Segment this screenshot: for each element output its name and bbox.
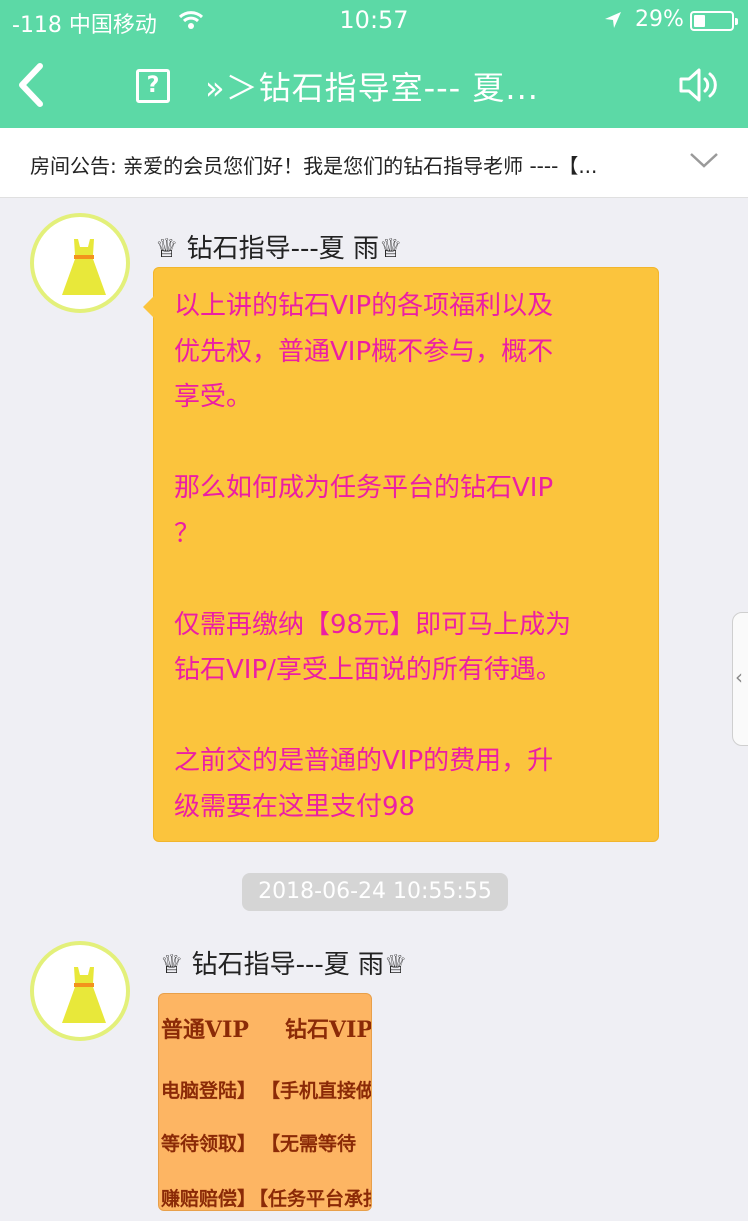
avatar[interactable]: [30, 213, 130, 313]
battery-percent: 29%: [635, 7, 684, 32]
image-row-left: 等待领取】: [161, 1133, 257, 1155]
room-title: »＞钻石指导室--- 夏...: [205, 69, 539, 107]
chevron-down-icon[interactable]: [688, 150, 720, 170]
side-drawer-handle[interactable]: ‹: [732, 612, 748, 746]
message-line: 以上讲的钻石VIP的各项福利以及: [174, 291, 554, 321]
image-row-right: 【手机直接做: [261, 1080, 372, 1102]
chevron-left-icon: ‹: [735, 665, 743, 689]
help-icon[interactable]: ?: [136, 69, 170, 103]
message-line: 那么如何成为任务平台的钻石VIP: [174, 473, 554, 503]
message-line: 钻石VIP/享受上面说的所有待遇。: [174, 655, 562, 685]
image-row-right: 【任务平台承担: [249, 1188, 372, 1210]
image-header-right: 钻石VIP: [285, 1017, 372, 1043]
announcement-text: 房间公告: 亲爱的会员您们好！我是您们的钻石指导老师 ----【...: [30, 154, 598, 178]
speaker-icon[interactable]: [678, 66, 720, 104]
location-arrow-icon: [605, 12, 621, 28]
image-row-left: 赚赔赔偿】: [161, 1188, 257, 1210]
message-bubble[interactable]: 以上讲的钻石VIP的各项福利以及 优先权，普通VIP概不参与，概不 享受。 那么…: [143, 267, 659, 842]
image-message[interactable]: 普通VIP 钻石VIP 电脑登陆】 【手机直接做 等待领取】 【无需等待 赚赔赔…: [158, 993, 372, 1211]
image-row-right: 【无需等待: [261, 1133, 357, 1155]
dress-icon: [62, 967, 106, 1023]
battery-icon: [690, 11, 738, 31]
message-line: 之前交的是普通的VIP的费用，升: [174, 746, 554, 776]
message-line: 仅需再缴纳【98元】即可马上成为: [174, 609, 572, 640]
sender-name: ♕ 钻石指导---夏 雨♕: [160, 950, 408, 980]
header-bar: -118 中国移动 10:57 29% ? »＞钻石指导室--- 夏...: [0, 0, 748, 128]
dress-icon: [62, 239, 106, 295]
sender-name: ♕ 钻石指导---夏 雨♕: [155, 234, 403, 264]
status-bar: -118 中国移动 10:57 29%: [0, 0, 748, 42]
room-announcement[interactable]: 房间公告: 亲爱的会员您们好！我是您们的钻石指导老师 ----【...: [0, 128, 748, 198]
message-line: 优先权，普通VIP概不参与，概不: [174, 336, 554, 367]
message-line: 享受。: [174, 382, 253, 412]
nav-bar: ? »＞钻石指导室--- 夏...: [0, 42, 748, 128]
message-text: 以上讲的钻石VIP的各项福利以及 优先权，普通VIP概不参与，概不 享受。 那么…: [174, 284, 644, 830]
back-chevron-icon[interactable]: [14, 62, 48, 108]
image-header-left: 普通VIP: [161, 1017, 249, 1043]
message-line: ？: [174, 518, 201, 549]
message-timestamp: 2018-06-24 10:55:55: [242, 873, 508, 911]
avatar[interactable]: [30, 941, 130, 1041]
image-row-left: 电脑登陆】: [161, 1080, 257, 1102]
message-line: 级需要在这里支付98: [174, 791, 416, 822]
